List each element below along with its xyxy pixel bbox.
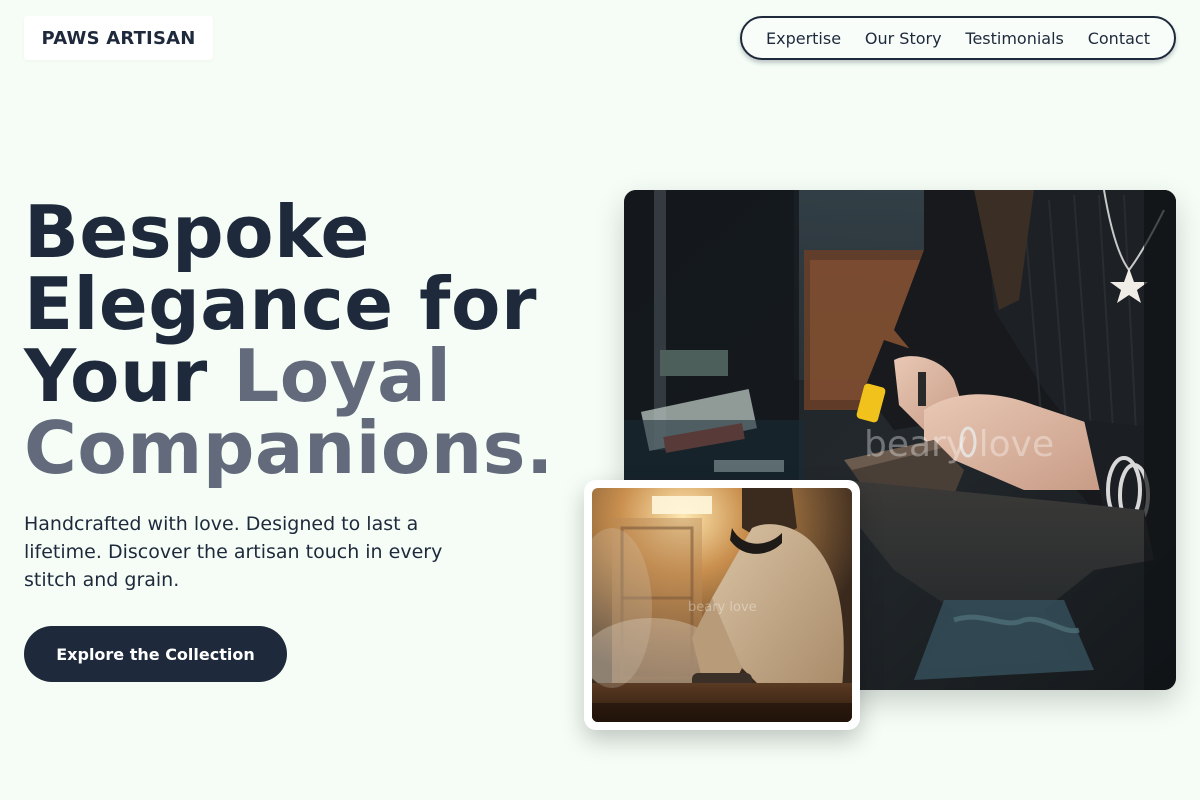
explore-collection-button[interactable]: Explore the Collection — [24, 626, 287, 682]
nav-link-testimonials[interactable]: Testimonials — [965, 29, 1064, 48]
headline-line-2: Elegance for — [24, 262, 537, 346]
brand-logo-text: PAWS ARTISAN — [41, 27, 196, 49]
main-nav: Expertise Our Story Testimonials Contact — [740, 16, 1176, 60]
headline-line-3: Your Loyal — [24, 340, 584, 412]
headline-line-4: Companions. — [24, 406, 554, 490]
hero-headline: Bespoke Elegance for Your Loyal Companio… — [24, 196, 584, 484]
brand-logo[interactable]: PAWS ARTISAN — [24, 16, 213, 60]
main-image-watermark: beary love — [864, 424, 1054, 465]
secondary-image-watermark: beary love — [688, 600, 757, 615]
headline-line-1: Bespoke — [24, 190, 370, 274]
nav-link-contact[interactable]: Contact — [1088, 29, 1150, 48]
hero-subtitle: Handcrafted with love. Designed to last … — [24, 513, 443, 591]
nav-link-expertise[interactable]: Expertise — [766, 29, 841, 48]
hero-secondary-image-frame: beary love — [584, 480, 860, 730]
page: PAWS ARTISAN Expertise Our Story Testimo… — [0, 0, 1200, 800]
nav-link-our-story[interactable]: Our Story — [865, 29, 942, 48]
hero-secondary-image: beary love — [592, 488, 852, 722]
